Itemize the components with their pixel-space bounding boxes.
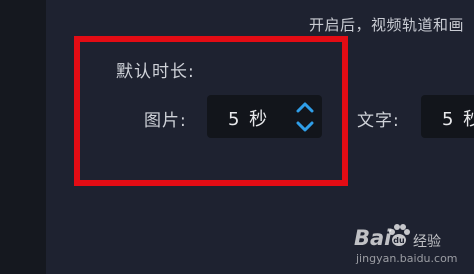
svg-text:du: du [393,236,405,245]
left-sidebar-strip [0,0,46,274]
image-duration-value[interactable]: 5 秒 [228,105,269,131]
text-duration-value[interactable]: 5 秒 [442,105,474,131]
baidu-paw-icon: du [386,222,412,248]
text-duration-spinbox[interactable]: 5 秒 [421,95,474,138]
chevron-down-icon[interactable] [295,119,315,135]
top-description-text: 开启后，视频轨道和画 [309,16,465,34]
watermark-url: jingyan.baidu.com [356,252,458,265]
default-duration-label: 默认时长: [116,62,195,82]
chevron-up-icon[interactable] [295,99,315,115]
image-duration-spinbox[interactable]: 5 秒 [207,95,322,138]
text-duration-label: 文字: [357,111,400,131]
watermark-suffix: 经验 [413,234,441,250]
image-duration-label: 图片: [144,111,187,131]
